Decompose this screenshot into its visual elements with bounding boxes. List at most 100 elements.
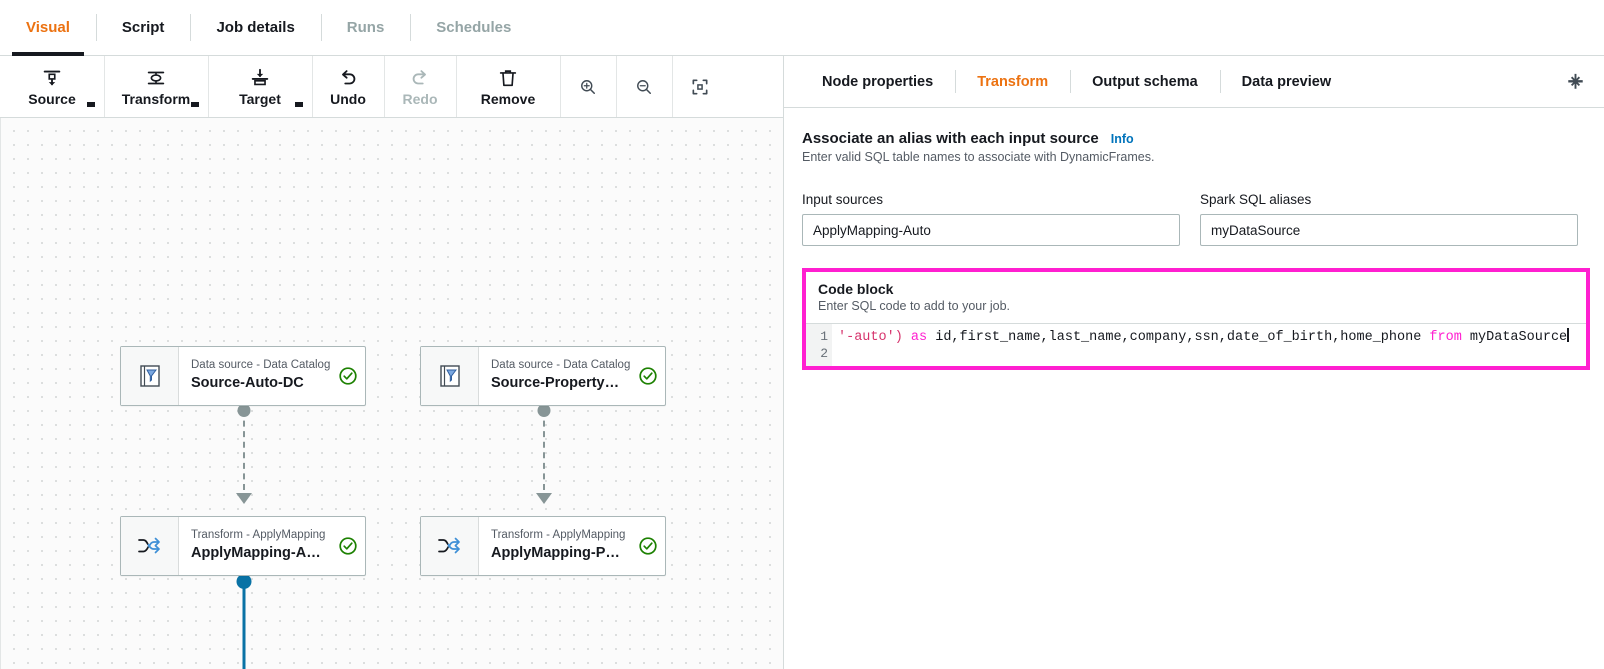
check-circle-icon	[339, 367, 357, 385]
code-token-string: '-auto')	[838, 330, 903, 345]
text-cursor	[1567, 328, 1570, 342]
job-graph-canvas[interactable]: Data source - Data Catalog Source-Auto-D…	[0, 118, 783, 669]
chevron-down-icon	[191, 102, 199, 107]
panel-tab-data-preview-label: Data preview	[1241, 73, 1332, 90]
spark-sql-aliases-field: Spark SQL aliases	[1200, 192, 1578, 246]
graph-node-source-auto-dc[interactable]: Data source - Data Catalog Source-Auto-D…	[120, 346, 366, 406]
toolbar-remove-button[interactable]: Remove	[456, 56, 560, 117]
edge-start-dot	[236, 574, 251, 589]
panel-expand-button[interactable]	[1564, 71, 1586, 93]
edge-arrowhead	[535, 493, 552, 504]
toolbar-undo-label: Undo	[330, 91, 366, 107]
source-icon	[43, 70, 61, 86]
undo-icon	[342, 70, 356, 85]
toolbar-target-button[interactable]: Target	[208, 56, 312, 117]
transform-form: Associate an alias with each input sourc…	[784, 108, 1604, 669]
toolbar-fit-to-screen-button[interactable]	[672, 56, 728, 117]
node-title: Source-Auto-DC	[191, 374, 304, 391]
alias-section-title-text: Associate an alias with each input sourc…	[802, 130, 1099, 147]
graph-node-applymapping-property[interactable]: Transform - ApplyMapping ApplyMapping-Pr…	[420, 516, 666, 576]
code-token-from: from	[1429, 330, 1462, 345]
toolbar-transform-button[interactable]: Transform	[104, 56, 208, 117]
alias-section-description: Enter valid SQL table names to associate…	[802, 150, 1155, 164]
graph-node-applymapping-auto[interactable]: Transform - ApplyMapping ApplyMapping-Au…	[120, 516, 366, 576]
node-status-badge	[631, 347, 665, 405]
edge-arrowhead	[235, 493, 252, 504]
tab-runs[interactable]: Runs	[320, 0, 411, 55]
zoom-out-icon	[637, 79, 651, 94]
canvas-toolbar: Source Transform Target Undo Redo Remove	[0, 56, 783, 118]
panel-tab-output-schema-label: Output schema	[1092, 73, 1198, 90]
check-circle-icon	[639, 537, 657, 555]
node-icon-cell	[421, 517, 479, 575]
editor-line-numbers: 1 2	[806, 324, 832, 366]
panel-tab-bar: Node properties Transform Output schema …	[784, 56, 1604, 108]
alias-field-row: Input sources Spark SQL aliases	[802, 192, 1578, 246]
code-block-highlight: Code block Enter SQL code to add to your…	[802, 268, 1590, 370]
edge-source-auto-to-applymapping-auto	[235, 404, 252, 504]
panel-tab-node-properties[interactable]: Node properties	[800, 56, 955, 107]
node-status-badge	[631, 517, 665, 575]
node-text: Transform - ApplyMapping ApplyMapping-Au…	[179, 517, 331, 575]
input-sources-label: Input sources	[802, 192, 884, 207]
node-subtitle: Data source - Data Catalog	[491, 359, 631, 372]
toolbar-remove-label: Remove	[480, 91, 536, 107]
data-catalog-icon	[139, 365, 160, 387]
zoom-in-icon	[581, 79, 595, 94]
panel-tab-transform-label: Transform	[977, 73, 1049, 90]
node-subtitle: Data source - Data Catalog	[191, 359, 331, 372]
spark-sql-aliases-label: Spark SQL aliases	[1200, 192, 1312, 207]
top-tab-bar: Visual Script Job details Runs Schedules	[0, 0, 1604, 56]
tab-visual[interactable]: Visual	[0, 0, 96, 56]
node-icon-cell	[121, 517, 179, 575]
edge-source-property-to-applymapping-property	[535, 404, 552, 504]
spark-sql-aliases-input[interactable]	[1200, 214, 1578, 246]
node-status-badge	[331, 347, 365, 405]
canvas-pane: Source Transform Target Undo Redo Remove…	[0, 56, 784, 669]
tab-job-details-label: Job details	[216, 19, 295, 36]
toolbar-zoom-out-button[interactable]	[616, 56, 672, 117]
node-text: Data source - Data Catalog Source-Auto-D…	[179, 347, 331, 405]
tab-script[interactable]: Script	[95, 0, 191, 55]
node-text: Transform - ApplyMapping ApplyMapping-Pr…	[479, 517, 631, 575]
toolbar-zoom-in-button[interactable]	[560, 56, 616, 117]
node-details-pane: Node properties Transform Output schema …	[784, 56, 1604, 669]
redo-icon	[412, 70, 426, 85]
toolbar-undo-button[interactable]: Undo	[312, 56, 384, 117]
node-subtitle: Transform - ApplyMapping	[491, 529, 626, 542]
input-sources-field: Input sources	[802, 192, 1180, 246]
tab-job-details[interactable]: Job details	[190, 0, 320, 55]
panel-tab-data-preview[interactable]: Data preview	[1219, 56, 1353, 107]
node-title: ApplyMapping-Auto	[191, 544, 323, 561]
code-block-title: Code block	[818, 281, 894, 297]
panel-tab-transform[interactable]: Transform	[955, 56, 1070, 107]
check-circle-icon	[639, 367, 657, 385]
tab-runs-label: Runs	[346, 19, 385, 36]
panel-tab-output-schema[interactable]: Output schema	[1070, 56, 1220, 107]
editor-code-area[interactable]: '-auto') as id,first_name,last_name,comp…	[832, 324, 1586, 366]
sql-code-editor[interactable]: 1 2 '-auto') as id,first_name,last_name,…	[806, 323, 1586, 366]
code-token-as: as	[910, 330, 928, 345]
chevron-down-icon	[87, 102, 95, 107]
node-status-badge	[331, 517, 365, 575]
input-sources-input[interactable]	[802, 214, 1180, 246]
tab-script-label: Script	[121, 19, 165, 36]
tab-schedules[interactable]: Schedules	[410, 0, 537, 55]
code-token-table: myDataSource	[1461, 330, 1568, 345]
alias-section-title: Associate an alias with each input sourc…	[802, 130, 1578, 147]
toolbar-source-button[interactable]: Source	[0, 56, 104, 117]
apply-mapping-icon	[437, 537, 460, 554]
toolbar-redo-button: Redo	[384, 56, 456, 117]
transform-icon	[147, 71, 165, 85]
node-text: Data source - Data Catalog Source-Proper…	[479, 347, 631, 405]
apply-mapping-icon	[137, 537, 160, 554]
editor-body: Source Transform Target Undo Redo Remove…	[0, 56, 1604, 669]
check-circle-icon	[339, 537, 357, 555]
node-icon-cell	[421, 347, 479, 405]
info-link[interactable]: Info	[1111, 132, 1134, 146]
data-catalog-icon	[439, 365, 460, 387]
code-block-section: Code block Enter SQL code to add to your…	[802, 268, 1590, 370]
graph-node-source-property-dc[interactable]: Data source - Data Catalog Source-Proper…	[420, 346, 666, 406]
glue-studio-job-editor: Visual Script Job details Runs Schedules…	[0, 0, 1604, 669]
